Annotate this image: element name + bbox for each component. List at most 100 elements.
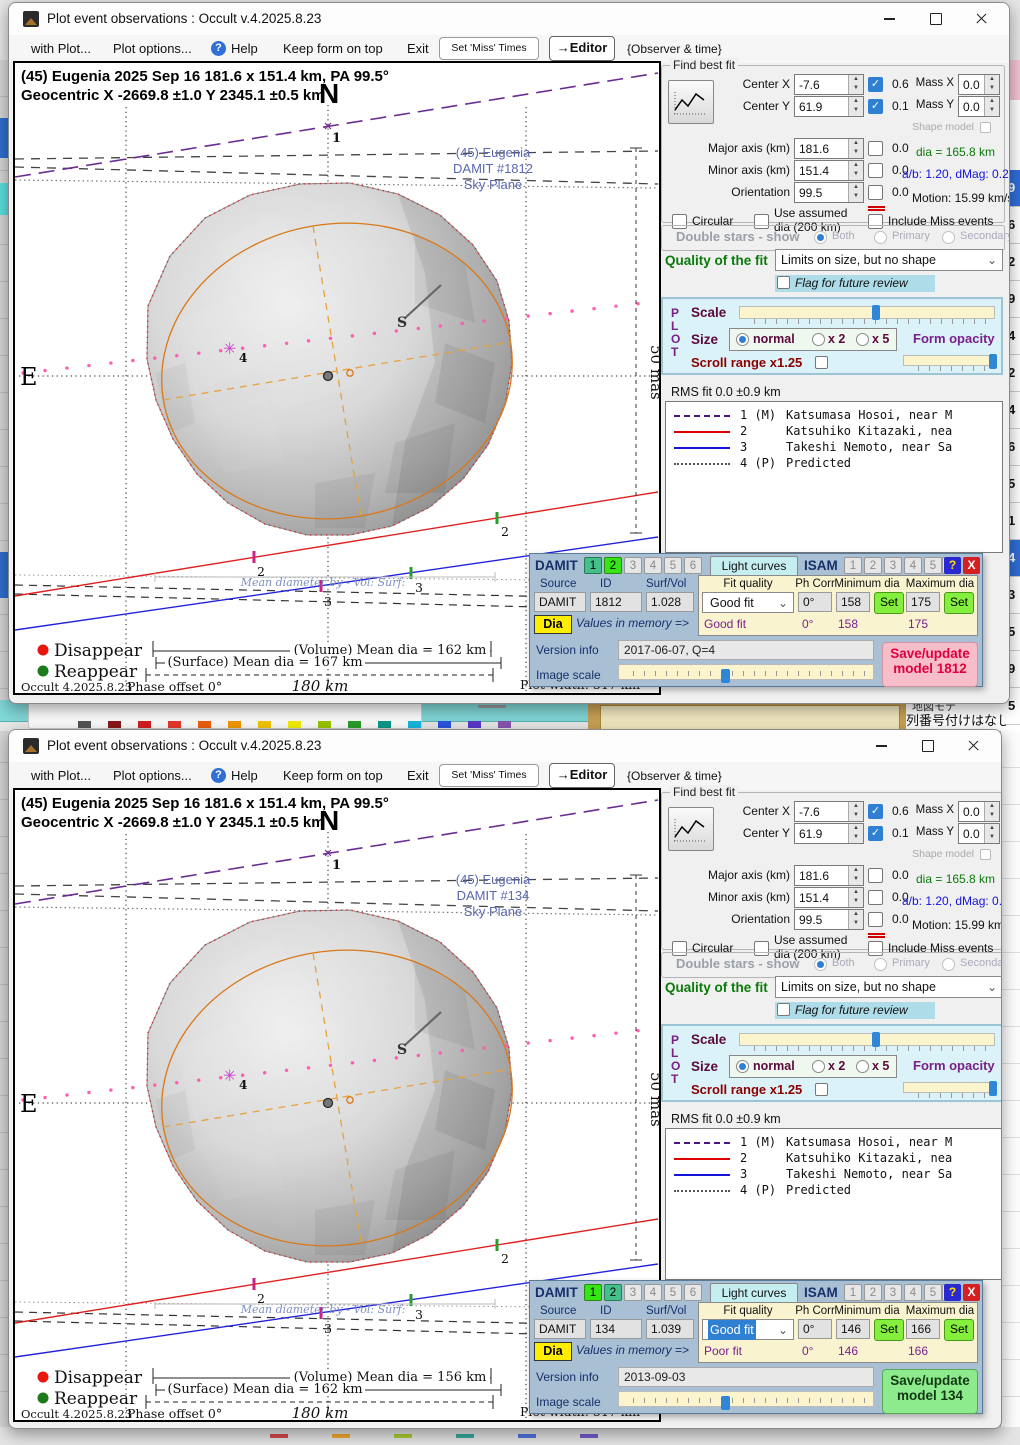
center-x-checkbox[interactable]: ✓ <box>868 804 883 819</box>
center-x-input[interactable]: -7.6▲▼ <box>794 801 864 822</box>
scroll-range-checkbox[interactable] <box>815 1083 828 1096</box>
primary-radio[interactable] <box>874 231 887 244</box>
orientation-input[interactable]: 99.5▲▼ <box>794 909 864 930</box>
isam-tab-5[interactable]: 5 <box>924 557 942 574</box>
size-x2-radio[interactable] <box>812 333 825 346</box>
damit-tab-6[interactable]: 6 <box>684 557 702 574</box>
size-x2-radio[interactable] <box>812 1060 825 1073</box>
mass-y-input[interactable]: 0.0▲▼ <box>958 823 1000 844</box>
legend-row[interactable]: 1 (M)Katsumasa Hosoi, near M <box>668 1135 1000 1151</box>
center-y-input[interactable]: 61.9▲▼ <box>794 96 864 117</box>
titlebar[interactable]: Plot event observations : Occult v.4.202… <box>9 730 1001 762</box>
opacity-slider-track[interactable] <box>903 1082 997 1093</box>
scale-slider-track[interactable] <box>739 1033 995 1046</box>
opacity-slider-thumb[interactable] <box>989 354 997 369</box>
menu-exit[interactable]: Exit <box>407 35 429 63</box>
spinner[interactable]: ▲▼ <box>848 910 863 929</box>
both-radio[interactable] <box>814 231 827 244</box>
isam-tab-4[interactable]: 4 <box>904 557 922 574</box>
scale-slider-thumb[interactable] <box>872 1032 880 1047</box>
flag-review-checkbox[interactable] <box>777 1003 790 1016</box>
major-axis-input[interactable]: 181.6▲▼ <box>794 138 864 159</box>
major-axis-input[interactable]: 181.6▲▼ <box>794 865 864 886</box>
legend-row[interactable]: 2Katsuhiko Kitazaki, nea <box>668 1151 1000 1167</box>
size-normal-radio[interactable] <box>736 333 749 346</box>
scale-slider-track[interactable] <box>739 306 995 319</box>
secondary-radio[interactable] <box>942 231 955 244</box>
spinner[interactable]: ▲▼ <box>848 97 863 116</box>
spinner[interactable]: ▲▼ <box>984 802 999 821</box>
menu-exit[interactable]: Exit <box>407 762 429 790</box>
center-y-checkbox[interactable]: ✓ <box>868 99 883 114</box>
set-miss-times-button[interactable]: Set 'Miss' Times <box>439 764 539 787</box>
damit-tab-4[interactable]: 4 <box>644 1284 662 1301</box>
isam-tab-2[interactable]: 2 <box>864 1284 882 1301</box>
menu-plot-options[interactable]: Plot options... <box>113 762 192 790</box>
damit-tab-3[interactable]: 3 <box>624 557 642 574</box>
set-min-button[interactable]: Set <box>874 592 904 614</box>
scroll-range-checkbox[interactable] <box>815 356 828 369</box>
size-normal-radio[interactable] <box>736 1060 749 1073</box>
maximize-button[interactable] <box>905 730 951 761</box>
set-min-button[interactable]: Set <box>874 1319 904 1341</box>
isam-tab-2[interactable]: 2 <box>864 557 882 574</box>
center-x-input[interactable]: -7.6▲▼ <box>794 74 864 95</box>
opacity-slider-track[interactable] <box>903 355 997 366</box>
legend-row[interactable]: 4 (P)Predicted <box>668 456 1000 472</box>
menu-plot-options[interactable]: Plot options... <box>113 35 192 63</box>
size-x5-radio[interactable] <box>856 333 869 346</box>
menu-help[interactable]: Help <box>231 762 258 790</box>
spinner[interactable]: ▲▼ <box>848 866 863 885</box>
size-x5-radio[interactable] <box>856 1060 869 1073</box>
minor-axis-input[interactable]: 151.4▲▼ <box>794 160 864 181</box>
legend-row[interactable]: 2Katsuhiko Kitazaki, nea <box>668 424 1000 440</box>
light-curves-button[interactable]: Light curves <box>710 556 798 577</box>
damit-tab-5[interactable]: 5 <box>664 1284 682 1301</box>
center-y-checkbox[interactable]: ✓ <box>868 826 883 841</box>
scale-slider-thumb[interactable] <box>872 305 880 320</box>
major-axis-checkbox[interactable] <box>868 141 883 156</box>
help-button[interactable]: ? <box>944 557 961 574</box>
spinner[interactable]: ▲▼ <box>984 75 999 94</box>
minimize-button[interactable] <box>859 730 905 761</box>
minor-axis-checkbox[interactable] <box>868 890 883 905</box>
menu-keep-on-top[interactable]: Keep form on top <box>283 35 383 63</box>
shape-model-checkbox[interactable] <box>980 849 991 860</box>
primary-radio[interactable] <box>874 958 887 971</box>
run-fit-button[interactable] <box>668 80 714 124</box>
editor-button[interactable]: →Editor <box>549 36 615 61</box>
minimize-button[interactable] <box>867 3 913 34</box>
isam-tab-3[interactable]: 3 <box>884 1284 902 1301</box>
spinner[interactable]: ▲▼ <box>984 97 999 116</box>
center-x-checkbox[interactable]: ✓ <box>868 77 883 92</box>
spinner[interactable]: ▲▼ <box>848 802 863 821</box>
set-max-button[interactable]: Set <box>944 592 974 614</box>
image-scale-track[interactable] <box>618 664 874 680</box>
help-button[interactable]: ? <box>944 1284 961 1301</box>
set-miss-times-button[interactable]: Set 'Miss' Times <box>439 37 539 60</box>
save-update-button[interactable]: Save/updatemodel 134 <box>882 1369 978 1414</box>
isam-tab-3[interactable]: 3 <box>884 557 902 574</box>
dia-button[interactable]: Dia <box>534 1342 572 1361</box>
flag-review-checkbox[interactable] <box>777 276 790 289</box>
editor-button[interactable]: →Editor <box>549 763 615 788</box>
observer-legend-list[interactable]: 1 (M)Katsumasa Hosoi, near M 2Katsuhiko … <box>665 401 1003 553</box>
quality-dropdown[interactable]: Limits on size, but no shape⌄ <box>775 976 1002 998</box>
mass-y-input[interactable]: 0.0▲▼ <box>958 96 1000 117</box>
spinner[interactable]: ▲▼ <box>848 139 863 158</box>
orientation-checkbox[interactable] <box>868 912 883 927</box>
save-update-button[interactable]: Save/updatemodel 1812 <box>882 642 978 687</box>
legend-row[interactable]: 1 (M)Katsumasa Hosoi, near M <box>668 408 1000 424</box>
panel-close-button[interactable]: X <box>963 557 980 574</box>
damit-tab-4[interactable]: 4 <box>644 557 662 574</box>
mass-x-input[interactable]: 0.0▲▼ <box>958 801 1000 822</box>
menu-help[interactable]: Help <box>231 35 258 63</box>
minor-axis-checkbox[interactable] <box>868 163 883 178</box>
spinner[interactable]: ▲▼ <box>848 888 863 907</box>
dia-button[interactable]: Dia <box>534 615 572 634</box>
isam-tab-4[interactable]: 4 <box>904 1284 922 1301</box>
light-curves-button[interactable]: Light curves <box>710 1283 798 1304</box>
fit-quality-dropdown[interactable]: Good fit⌄ <box>702 1319 794 1340</box>
legend-row[interactable]: 3Takeshi Nemoto, near Sa <box>668 1167 1000 1183</box>
set-max-button[interactable]: Set <box>944 1319 974 1341</box>
